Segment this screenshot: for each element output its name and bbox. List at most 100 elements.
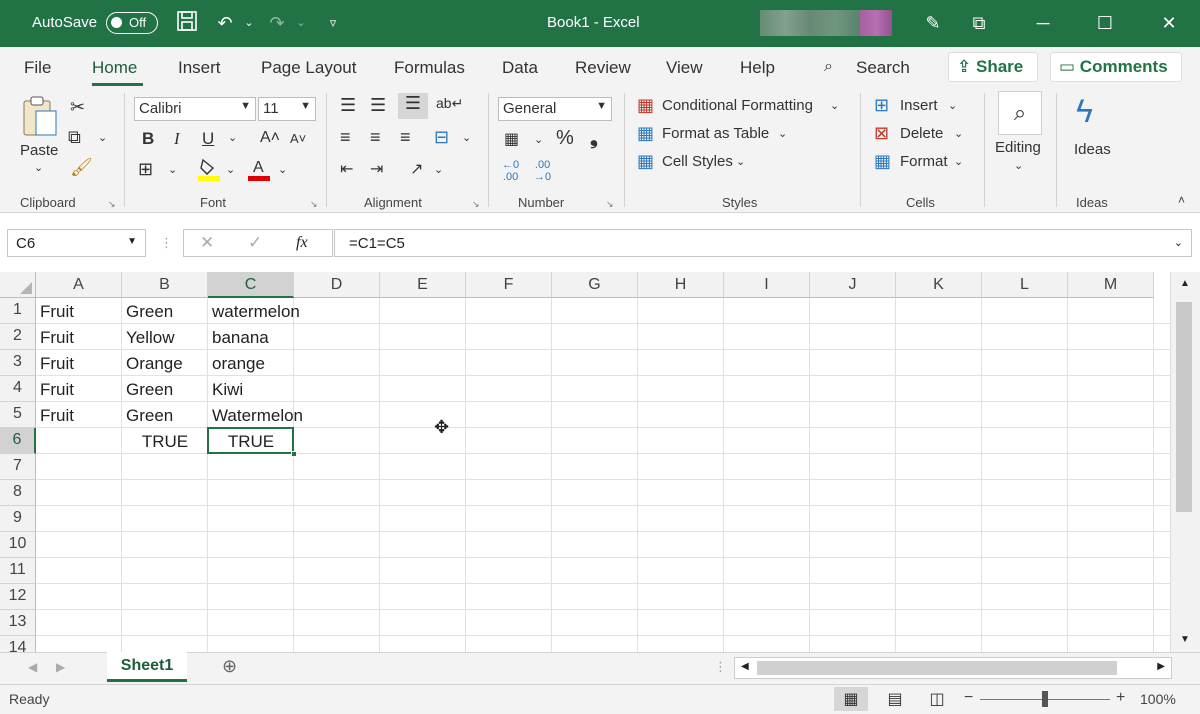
top-align-icon[interactable]: ☰ (340, 95, 356, 116)
cell-c2[interactable]: banana (208, 324, 380, 350)
collapse-ribbon-icon[interactable]: ˄ (1178, 193, 1185, 207)
tab-home[interactable]: Home (92, 58, 137, 78)
increase-font-size-icon[interactable]: A˄ (260, 129, 280, 147)
insert-dropdown-icon[interactable]: ⌄ (948, 99, 957, 112)
account-avatar[interactable] (860, 10, 892, 36)
cell-b6[interactable]: TRUE (122, 428, 208, 454)
bottom-align-icon[interactable]: ☰ (398, 93, 428, 119)
row-header-14[interactable]: 14 (0, 636, 36, 652)
maximize-icon[interactable]: ☐ (1092, 10, 1118, 36)
increase-indent-icon[interactable]: ⇥ (370, 159, 383, 179)
number-format-combo[interactable]: General ▼ (498, 97, 612, 121)
scroll-up-icon[interactable]: ▲ (1180, 278, 1190, 289)
redo-dropdown-icon[interactable]: ⌄ (288, 10, 314, 36)
tab-review[interactable]: Review (575, 58, 631, 78)
splitter-handle-icon[interactable]: ⋮ (714, 659, 727, 675)
customize-toolbar-icon[interactable]: ▿ (320, 10, 346, 36)
fill-color-icon[interactable] (198, 157, 220, 181)
accounting-dropdown-icon[interactable]: ⌄ (534, 133, 543, 146)
decrease-decimal-icon[interactable]: .00 →0 (534, 159, 551, 183)
format-painter-icon[interactable]: 🖌 (70, 157, 93, 178)
column-header-b[interactable]: B (122, 272, 208, 298)
lightning-icon[interactable]: ϟ (1076, 93, 1093, 130)
align-left-icon[interactable]: ≡ (340, 127, 351, 148)
format-as-table-dropdown-icon[interactable]: ⌄ (778, 127, 787, 140)
font-color-dropdown-icon[interactable]: ⌄ (278, 163, 287, 176)
wrap-text-icon[interactable]: ab↵ (436, 95, 463, 112)
underline-button[interactable]: U (202, 129, 214, 149)
cell-styles-button[interactable]: Cell Styles (662, 153, 733, 170)
tab-data[interactable]: Data (502, 58, 538, 78)
row-header-6[interactable]: 6 (0, 428, 36, 454)
column-header-j[interactable]: J (810, 272, 896, 298)
magnifier-icon[interactable]: ⌕ (998, 91, 1042, 135)
alignment-launcher-icon[interactable]: ↘ (472, 199, 480, 210)
cancel-icon[interactable]: ✕ (200, 233, 214, 253)
undo-icon[interactable]: ↶ (212, 10, 238, 36)
decrease-indent-icon[interactable]: ⇤ (340, 159, 353, 179)
underline-dropdown-icon[interactable]: ⌄ (228, 131, 237, 144)
zoom-out-button[interactable]: − (964, 689, 973, 707)
undo-dropdown-icon[interactable]: ⌄ (236, 10, 262, 36)
font-color-icon[interactable]: A (248, 157, 270, 181)
align-center-icon[interactable]: ≡ (370, 127, 381, 148)
zoom-slider-thumb[interactable] (1042, 691, 1048, 707)
redo-icon[interactable]: ↷ (264, 10, 290, 36)
decrease-font-size-icon[interactable]: A˅ (290, 131, 306, 146)
horizontal-scrollbar[interactable]: ◀ ▶ (734, 657, 1172, 679)
save-icon[interactable] (174, 10, 200, 36)
row-header-7[interactable]: 7 (0, 454, 36, 480)
increase-decimal-icon[interactable]: ←0.00 (502, 159, 519, 183)
cell-c3[interactable]: orange (208, 350, 380, 376)
format-cells-button[interactable]: Format (900, 153, 948, 170)
clipboard-launcher-icon[interactable]: ↘ (108, 199, 116, 210)
tab-view[interactable]: View (666, 58, 703, 78)
column-header-d[interactable]: D (294, 272, 380, 298)
fill-handle[interactable] (291, 451, 297, 457)
row-header-11[interactable]: 11 (0, 558, 36, 584)
tab-insert[interactable]: Insert (178, 58, 221, 78)
pen-icon[interactable]: ✎ (920, 10, 946, 36)
paste-label[interactable]: Paste (20, 142, 58, 159)
row-header-9[interactable]: 9 (0, 506, 36, 532)
insert-cells-button[interactable]: Insert (900, 97, 938, 114)
row-header-10[interactable]: 10 (0, 532, 36, 558)
tab-page-layout[interactable]: Page Layout (261, 58, 356, 78)
borders-dropdown-icon[interactable]: ⌄ (168, 163, 177, 176)
row-header-8[interactable]: 8 (0, 480, 36, 506)
search-icon[interactable]: ⌕ (824, 58, 833, 76)
format-dropdown-icon[interactable]: ⌄ (954, 155, 963, 168)
ideas-button[interactable]: Ideas (1074, 141, 1111, 158)
column-header-m[interactable]: M (1068, 272, 1154, 298)
new-sheet-icon[interactable]: ⊕ (222, 656, 237, 677)
accounting-format-icon[interactable]: ▦ (504, 129, 519, 149)
copy-icon[interactable]: ⧉ (68, 127, 81, 148)
horizontal-scroll-thumb[interactable] (757, 661, 1117, 675)
orientation-dropdown-icon[interactable]: ⌄ (434, 163, 443, 176)
normal-view-icon[interactable]: ▦ (834, 687, 868, 711)
row-header-13[interactable]: 13 (0, 610, 36, 636)
align-right-icon[interactable]: ≡ (400, 127, 411, 148)
tab-help[interactable]: Help (740, 58, 775, 78)
delete-dropdown-icon[interactable]: ⌄ (954, 127, 963, 140)
column-header-h[interactable]: H (638, 272, 724, 298)
conditional-formatting-button[interactable]: Conditional Formatting (662, 97, 813, 114)
middle-align-icon[interactable]: ☰ (370, 95, 386, 116)
editing-dropdown-icon[interactable]: ⌄ (1014, 159, 1023, 172)
previous-sheet-icon[interactable]: ◀ (28, 660, 37, 674)
zoom-level[interactable]: 100% (1140, 691, 1176, 707)
share-button[interactable]: ⇪ Share (948, 52, 1038, 82)
active-cell-border[interactable] (207, 427, 294, 454)
comma-style-icon[interactable]: ❟ (590, 127, 598, 150)
worksheet-grid[interactable]: A B C D E F G H I J K L M 1 2 3 4 5 6 7 8 9 10 11 12 13 14 Fruit Gre… (0, 272, 1200, 652)
autosave-toggle[interactable]: Off (106, 12, 158, 34)
font-name-combo[interactable]: Calibri ▼ (134, 97, 256, 121)
enter-icon[interactable]: ✓ (248, 233, 262, 253)
cell-c4[interactable]: Kiwi (208, 376, 380, 402)
cell-c5[interactable]: Watermelon (208, 402, 380, 428)
expand-formula-bar-icon[interactable]: ⌄ (1174, 236, 1183, 249)
number-launcher-icon[interactable]: ↘ (606, 199, 614, 210)
delete-cells-button[interactable]: Delete (900, 125, 943, 142)
bold-button[interactable]: B (142, 129, 154, 149)
scroll-right-icon[interactable]: ▶ (1157, 661, 1165, 672)
